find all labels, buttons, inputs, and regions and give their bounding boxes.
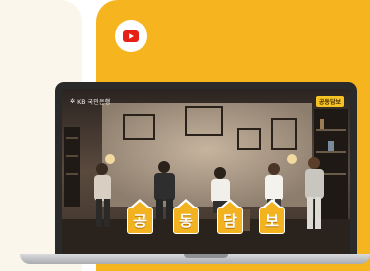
- corner-badge: 공동담보: [315, 96, 344, 107]
- laptop-notch: [184, 254, 228, 258]
- video-thumbnail[interactable]: ✲ KB 국민은행 공동담보 공 동 담 보: [62, 89, 350, 254]
- youtube-play-icon: [123, 30, 139, 42]
- studio-scene: [62, 89, 350, 254]
- title-tile: 담: [217, 199, 243, 234]
- youtube-icon[interactable]: [115, 20, 147, 52]
- title-tile: 동: [173, 199, 199, 234]
- title-tile: 보: [259, 199, 285, 234]
- laptop-mockup: ✲ KB 국민은행 공동담보 공 동 담 보: [55, 82, 357, 254]
- kb-star-icon: ✲: [70, 99, 76, 105]
- title-tile: 공: [127, 199, 153, 234]
- brand-label: ✲ KB 국민은행: [70, 99, 111, 106]
- promo-section: ✲ KB 국민은행 공동담보 공 동 담 보: [0, 0, 370, 271]
